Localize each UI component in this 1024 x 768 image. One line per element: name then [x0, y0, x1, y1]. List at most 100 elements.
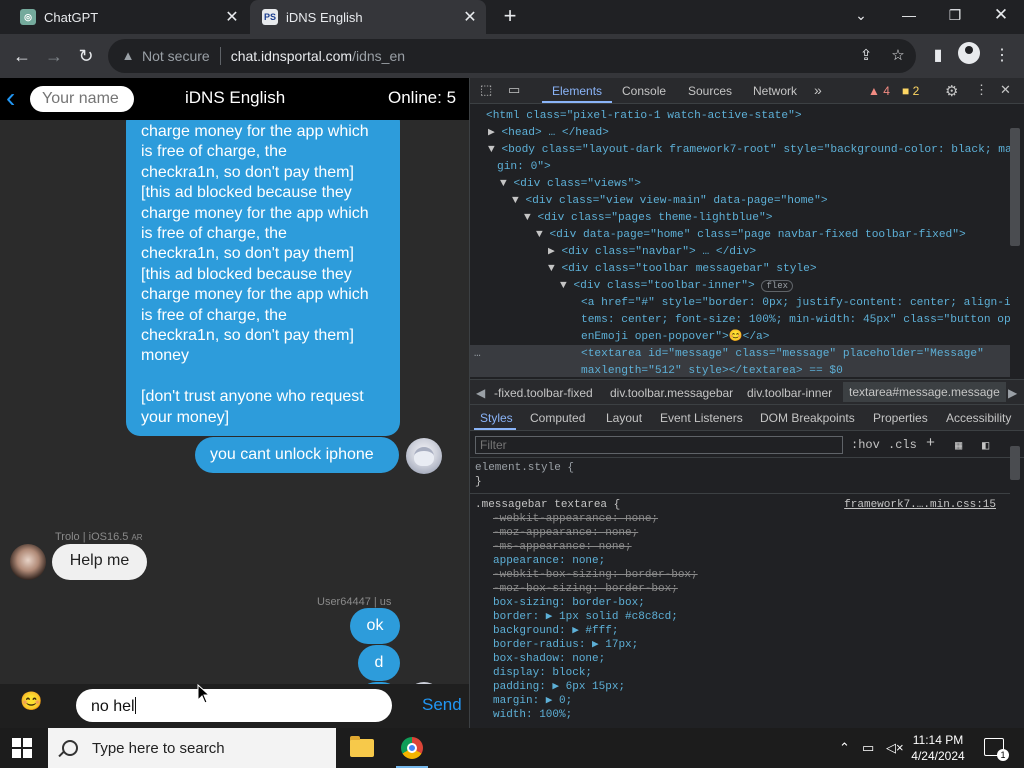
css-property[interactable]: box-sizing: border-box;	[493, 596, 645, 610]
subtab-computed[interactable]: Computed	[530, 411, 585, 425]
dom-node[interactable]: enEmoji open-popover">😊</a>	[581, 329, 769, 346]
dom-node-selected[interactable]: maxlength="512" style></textarea> == $0	[581, 363, 843, 377]
css-property[interactable]: border-radius: ▶ 17px;	[493, 638, 638, 652]
css-property[interactable]: box-shadow: none;	[493, 652, 605, 666]
dom-tree[interactable]: <html class="pixel-ratio-1 watch-active-…	[470, 105, 1010, 377]
css-property[interactable]: width: 100%;	[493, 708, 572, 722]
dom-node[interactable]: ▼ <div class="view view-main" data-page=…	[512, 193, 828, 210]
warning-triangle-icon[interactable]: ▲	[120, 48, 136, 64]
css-property[interactable]: -webkit-box-sizing: border-box;	[493, 568, 698, 582]
reload-icon[interactable]: ↻	[72, 42, 100, 70]
tab-elements[interactable]: Elements	[552, 84, 602, 98]
security-label[interactable]: Not secure	[142, 48, 210, 64]
css-property[interactable]: background: ▶ #fff;	[493, 624, 618, 638]
subtab-event-listeners[interactable]: Event Listeners	[660, 411, 743, 425]
tab-sources[interactable]: Sources	[688, 84, 732, 98]
filter-input[interactable]	[475, 436, 843, 454]
dom-node[interactable]: ▼ <div class="pages theme-lightblue">	[524, 210, 772, 227]
share-icon[interactable]: ⇪	[856, 46, 876, 66]
star-bookmark-icon[interactable]: ☆	[888, 46, 908, 66]
dom-node[interactable]: ▼ <div class="toolbar-inner"> flex	[560, 278, 794, 295]
network-icon[interactable]: ▭	[862, 740, 874, 756]
styles-pane[interactable]: element.style { } .messagebar textarea {…	[470, 459, 1010, 728]
dom-node[interactable]: ▼ <body class="layout-dark framework7-ro…	[488, 142, 1010, 159]
notification-center-icon[interactable]: 1	[984, 738, 1009, 761]
subtab-properties[interactable]: Properties	[873, 411, 928, 425]
kebab-menu-icon[interactable]: ⋮	[975, 82, 988, 98]
dom-node[interactable]: tems: center; font-size: 100%; min-width…	[581, 312, 1010, 329]
dom-node[interactable]: ▶ <div class="navbar"> … </div>	[548, 244, 756, 261]
more-tabs-icon[interactable]: »	[814, 82, 822, 98]
tab-idns-english[interactable]: PS iDNS English ✕	[250, 0, 486, 34]
breadcrumb-item[interactable]: div.toolbar-inner	[747, 386, 832, 400]
emoji-icon[interactable]: 😊	[20, 691, 42, 713]
ellipsis-icon[interactable]: …	[474, 346, 481, 363]
dom-node[interactable]: ▼ <div class="toolbar messagebar" style>	[548, 261, 817, 278]
dom-scrollbar[interactable]	[1010, 128, 1020, 246]
name-input[interactable]	[30, 86, 134, 112]
device-toolbar-icon[interactable]: ▭	[508, 82, 520, 98]
css-property[interactable]: -webkit-appearance: none;	[493, 512, 658, 526]
css-property[interactable]: -moz-appearance: none;	[493, 526, 638, 540]
windows-start-icon[interactable]	[12, 738, 32, 758]
back-chevron-icon[interactable]: ‹	[6, 84, 26, 114]
close-devtools-icon[interactable]: ✕	[1000, 82, 1011, 98]
dom-node[interactable]: <html class="pixel-ratio-1 watch-active-…	[486, 108, 802, 125]
tab-chatgpt[interactable]: ◎ ChatGPT ✕	[8, 0, 248, 34]
inspect-element-icon[interactable]: ⬚	[480, 82, 492, 98]
restore-button[interactable]: ❐	[932, 0, 978, 30]
dom-node[interactable]: ▼ <div data-page="home" class="page navb…	[536, 227, 966, 244]
close-tab-icon[interactable]: ✕	[460, 7, 480, 27]
close-window-button[interactable]: ✕	[978, 0, 1024, 30]
send-button[interactable]: Send	[422, 695, 462, 715]
add-rule-icon[interactable]: +	[926, 435, 935, 452]
breadcrumb-item[interactable]: div.toolbar.messagebar	[610, 386, 733, 400]
errors-badge[interactable]: ■ 2	[902, 84, 919, 98]
address-bar[interactable]: ▲ Not secure chat.idnsportal.com/idns_en…	[108, 39, 916, 73]
volume-muted-icon[interactable]: ◁×	[886, 740, 904, 756]
subtab-accessibility[interactable]: Accessibility	[946, 411, 1011, 425]
taskbar-search-box[interactable]: Type here to search	[48, 728, 336, 768]
flex-badge[interactable]: flex	[761, 280, 794, 292]
tab-network[interactable]: Network	[753, 84, 797, 98]
css-property[interactable]: display: block;	[493, 666, 592, 680]
css-property[interactable]: -ms-appearance: none;	[493, 540, 632, 554]
forward-arrow-icon[interactable]: →	[40, 42, 68, 70]
styles-scrollbar[interactable]	[1010, 446, 1020, 480]
file-explorer-button[interactable]	[338, 728, 386, 768]
new-tab-button[interactable]: +	[496, 3, 524, 31]
profile-avatar-icon[interactable]	[958, 42, 980, 64]
chrome-taskbar-button[interactable]	[388, 728, 436, 768]
breadcrumb-next-icon[interactable]: ▶	[1008, 386, 1017, 400]
message-input[interactable]: no hel	[76, 689, 392, 722]
css-property[interactable]: border: ▶ 1px solid #c8c8cd;	[493, 610, 678, 624]
breadcrumb-item-current[interactable]: textarea#message.message	[843, 382, 1006, 402]
warnings-badge[interactable]: ▲ 4	[868, 84, 890, 98]
css-property[interactable]: padding: ▶ 6px 15px;	[493, 680, 625, 694]
css-property[interactable]: -moz-box-sizing: border-box;	[493, 582, 678, 596]
css-selector[interactable]: .messagebar textarea {	[475, 498, 620, 512]
paint-brush-icon[interactable]: ▦	[955, 438, 962, 453]
settings-gear-icon[interactable]: ⚙	[945, 82, 958, 100]
message-list[interactable]: charge money for the app which is free o…	[0, 120, 469, 684]
cls-toggle[interactable]: .cls	[888, 438, 917, 452]
css-property[interactable]: margin: ▶ 0;	[493, 694, 572, 708]
css-source-link[interactable]: framework7.….min.css:15	[844, 498, 996, 512]
subtab-dom-breakpoints[interactable]: DOM Breakpoints	[760, 411, 855, 425]
breadcrumb-prev-icon[interactable]: ◀	[476, 386, 485, 400]
breadcrumb-item[interactable]: -fixed.toolbar-fixed	[494, 386, 593, 400]
dom-node[interactable]: ▶ <head> … </head>	[488, 125, 609, 142]
dom-node[interactable]: gin: 0">	[497, 159, 551, 176]
dom-node[interactable]: ▼ <div class="views">	[500, 176, 641, 193]
sidebar-toggle-icon[interactable]: ◧	[982, 438, 989, 453]
close-tab-icon[interactable]: ✕	[222, 7, 242, 27]
kebab-menu-icon[interactable]: ⋮	[988, 42, 1016, 70]
hov-toggle[interactable]: :hov	[851, 438, 880, 452]
tray-chevron-icon[interactable]: ⌃	[839, 740, 850, 756]
back-arrow-icon[interactable]: ←	[8, 42, 36, 70]
css-property[interactable]: appearance: none;	[493, 554, 605, 568]
side-panel-icon[interactable]: ▮	[924, 42, 952, 70]
minimize-button[interactable]: —	[886, 0, 932, 30]
tab-console[interactable]: Console	[622, 84, 666, 98]
dom-node[interactable]: <a href="#" style="border: 0px; justify-…	[581, 295, 1010, 312]
